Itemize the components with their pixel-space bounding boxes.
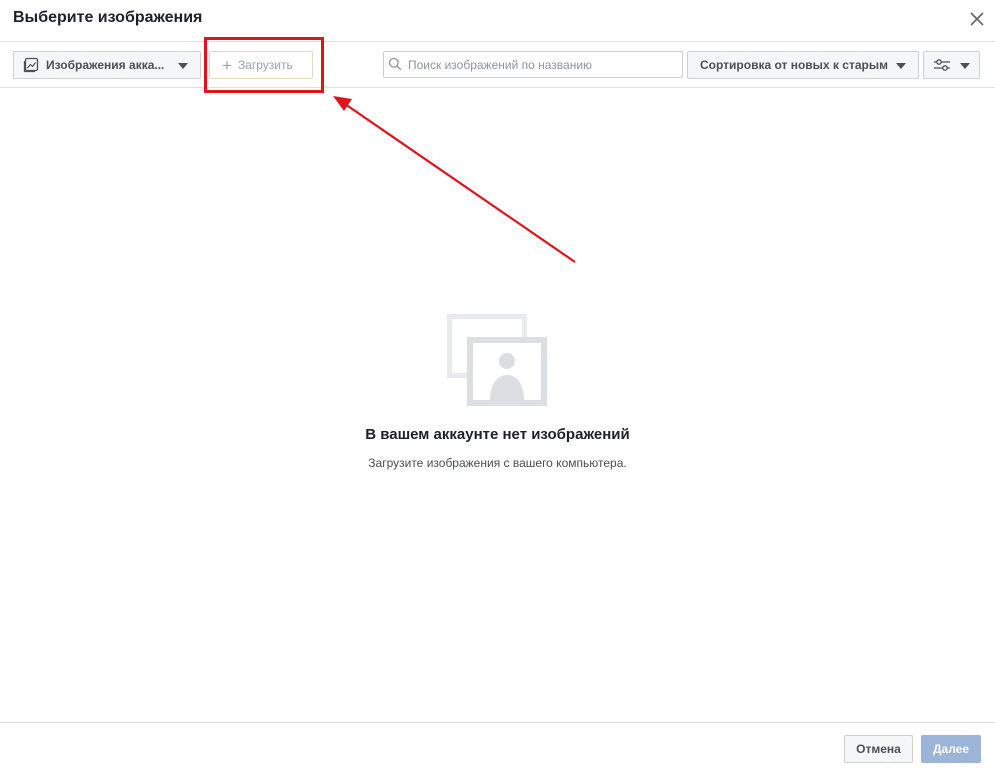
chevron-down-icon — [960, 63, 970, 69]
empty-state-title: В вашем аккаунте нет изображений — [365, 426, 630, 443]
cancel-button[interactable]: Отмена — [844, 735, 913, 763]
annotation-highlight-box — [204, 37, 324, 93]
filter-dropdown[interactable] — [923, 51, 980, 79]
empty-images-icon — [447, 314, 547, 406]
sort-label: Сортировка от новых к старым — [700, 58, 888, 72]
dialog-footer: Отмена Далее — [0, 722, 995, 773]
close-icon[interactable] — [966, 8, 988, 30]
image-source-dropdown[interactable]: Изображения акка... — [13, 51, 201, 79]
dialog-header: Выберите изображения — [0, 0, 995, 42]
sort-dropdown[interactable]: Сортировка от новых к старым — [687, 51, 919, 79]
select-images-dialog: Выберите изображения Изображения акка...… — [0, 0, 995, 773]
chevron-down-icon — [896, 63, 906, 69]
image-library-icon — [23, 57, 39, 73]
sliders-icon — [934, 59, 950, 71]
search-input[interactable] — [383, 51, 683, 78]
chevron-down-icon — [178, 63, 188, 69]
dialog-title: Выберите изображения — [13, 9, 203, 26]
empty-state-subtitle: Загрузите изображения с вашего компьютер… — [368, 456, 627, 470]
next-button[interactable]: Далее — [921, 735, 981, 763]
image-source-label: Изображения акка... — [46, 58, 165, 72]
